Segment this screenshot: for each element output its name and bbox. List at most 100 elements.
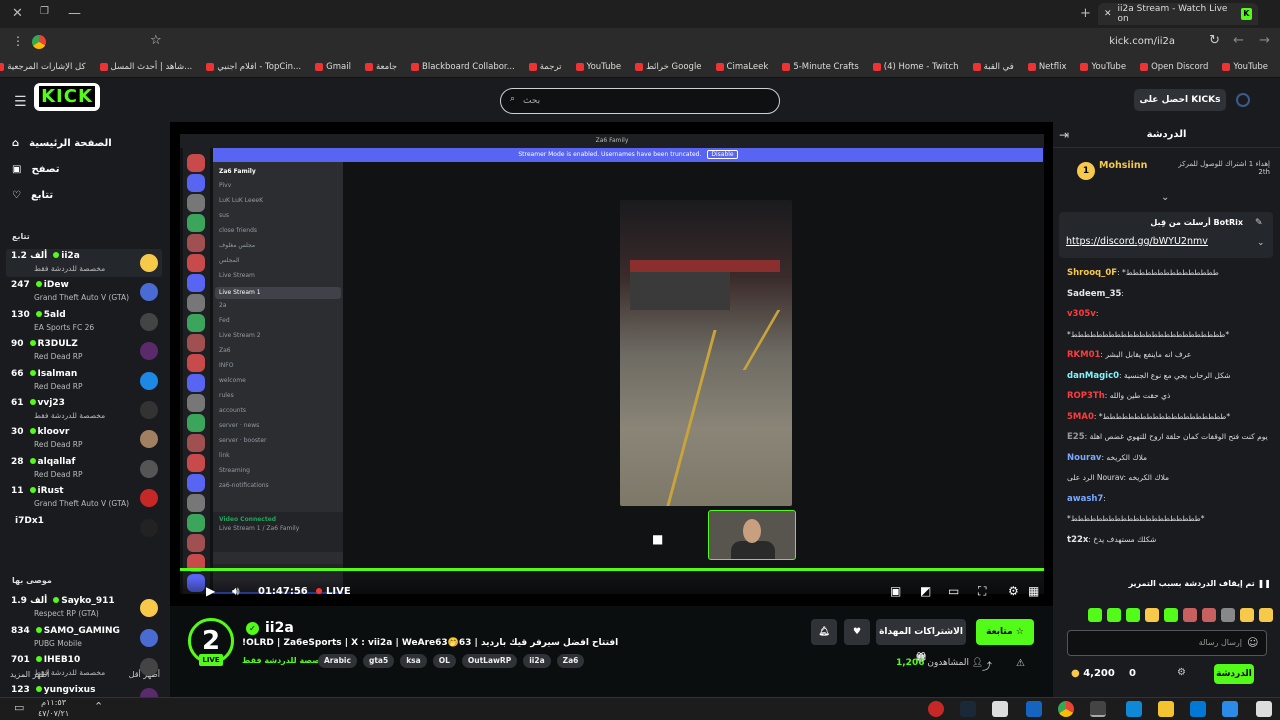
emote-icon[interactable] xyxy=(1221,608,1235,622)
active-app-icon[interactable] xyxy=(1090,701,1106,717)
sidebar-channel[interactable]: 701 IHEB10 مخصصة للدردشة فقط xyxy=(6,653,162,681)
emote-icon[interactable] xyxy=(1164,608,1178,622)
close-window-icon[interactable]: ✕ xyxy=(12,6,23,21)
bookmark-item[interactable]: YouTube xyxy=(1080,62,1126,72)
follow-button[interactable]: متابعة ☆ xyxy=(976,619,1034,645)
minimize-window-icon[interactable]: — xyxy=(68,6,81,21)
sidebar-channel[interactable]: 30 kloovr Red Dead RP xyxy=(6,425,162,453)
tray-chevron-icon[interactable]: ⌃ xyxy=(94,700,103,713)
tag-chip[interactable]: OutLawRP xyxy=(461,654,518,668)
nav-following[interactable]: ♡ تتابع xyxy=(12,186,53,204)
emote-icon[interactable] xyxy=(1126,608,1140,622)
tag-chip[interactable]: Arabic xyxy=(318,654,357,668)
bookmark-item[interactable]: Gmail xyxy=(315,62,351,72)
bookmark-star-icon[interactable]: ☆ xyxy=(150,33,162,48)
follow-heart-button[interactable]: ♥ xyxy=(844,619,870,645)
captions-icon[interactable]: ▦ xyxy=(1028,584,1039,598)
settings-gear-icon[interactable]: ⚙ xyxy=(1008,584,1019,598)
bookmark-item[interactable]: YouTube xyxy=(575,62,621,72)
emote-icon[interactable] xyxy=(1183,608,1197,622)
menu-icon[interactable]: ⋮ xyxy=(12,34,24,48)
emote-icon[interactable] xyxy=(1240,608,1254,622)
bookmark-item[interactable]: شاهد | أحدث المسل... xyxy=(99,62,192,72)
kick-logo[interactable]: KICK xyxy=(34,83,100,111)
bookmark-item[interactable]: افلام اجنبي - TopCin... xyxy=(206,62,301,72)
sidebar-channel[interactable]: 834 SAMO_GAMING PUBG Mobile xyxy=(6,624,162,652)
bookmark-item[interactable]: (4) Home - Twitch xyxy=(872,62,959,72)
new-tab-icon[interactable]: + xyxy=(1080,6,1091,21)
chat-username[interactable]: ROP3Th xyxy=(1067,391,1105,401)
back-icon[interactable]: → xyxy=(1259,33,1270,48)
chat-username[interactable]: 5MA0 xyxy=(1067,412,1094,422)
collapse-chat-icon[interactable]: ⇥ xyxy=(1059,128,1069,142)
bookmark-item[interactable]: في القبة xyxy=(972,62,1014,72)
profile-icon[interactable] xyxy=(32,35,46,49)
chat-username[interactable]: danMagic0 xyxy=(1067,371,1119,381)
edge-icon[interactable] xyxy=(1222,701,1238,717)
chrome-icon[interactable] xyxy=(1058,701,1074,717)
chat-username[interactable]: Sadeem_35 xyxy=(1067,289,1121,299)
chat-username[interactable]: v305v xyxy=(1067,309,1096,319)
report-icon[interactable]: ⚠ xyxy=(1016,658,1025,669)
chat-input[interactable]: إرسال رسالة xyxy=(1067,630,1267,656)
chat-username[interactable]: t22x xyxy=(1067,535,1088,545)
chat-paused-banner[interactable]: تم إيقاف الدردشة بسبب التمرير ❚❚ xyxy=(1063,575,1271,593)
emote-icon[interactable] xyxy=(1088,608,1102,622)
sidebar-channel[interactable]: i7Dx1 xyxy=(6,514,162,542)
chat-username[interactable]: RKM01 xyxy=(1067,350,1100,360)
nav-browse[interactable]: ▣ تصفح xyxy=(12,160,59,178)
sidebar-channel[interactable]: 130 5ald EA Sports FC 26 xyxy=(6,308,162,336)
tag-chip[interactable]: OL xyxy=(432,654,456,668)
explorer-icon[interactable] xyxy=(1158,701,1174,717)
url-text[interactable]: kick.com/ii2a xyxy=(1109,36,1175,47)
notification-bell-button[interactable]: 🔔︎ xyxy=(811,619,837,645)
streamer-name[interactable]: ✓ ii2a xyxy=(246,620,294,636)
fullscreen-icon[interactable]: ⛶ xyxy=(978,584,986,599)
tag-chip[interactable]: ii2a xyxy=(523,654,551,668)
emoji-icon[interactable]: ☺ xyxy=(1247,636,1258,649)
edge-browser-icon[interactable] xyxy=(1126,701,1142,717)
bookmark-item[interactable]: 5-Minute Crafts xyxy=(782,62,859,72)
theater-mode-icon[interactable]: ▭ xyxy=(948,584,959,598)
emote-icon[interactable] xyxy=(1107,608,1121,622)
emote-icon[interactable] xyxy=(1202,608,1216,622)
get-kicks-button[interactable]: احصل على KICKs xyxy=(1134,89,1226,111)
share-icon[interactable]: ⤴ xyxy=(982,658,992,673)
expand-icon[interactable]: ⌄ xyxy=(1161,192,1169,203)
bookmark-item[interactable]: Netflix xyxy=(1027,62,1066,72)
bookmark-item[interactable]: CimaLeek xyxy=(715,62,768,72)
close-tab-icon[interactable]: ✕ xyxy=(1104,9,1112,19)
bookmark-item[interactable]: YouTube xyxy=(1222,62,1268,72)
sidebar-channel[interactable]: 247 iDew Grand Theft Auto V (GTA) xyxy=(6,278,162,306)
volume-icon[interactable]: 🔊︎ xyxy=(232,584,240,599)
tag-chip[interactable]: Za6 xyxy=(556,654,585,668)
gifted-subs-button[interactable]: الاشتراكات المهداة 🎁︎ xyxy=(876,619,966,663)
tag-chip[interactable]: gta5 xyxy=(362,654,395,668)
emote-icon[interactable] xyxy=(1145,608,1159,622)
active-tab[interactable]: ✕ ii2a Stream - Watch Live on K xyxy=(1098,3,1258,25)
bookmark-item[interactable]: Open Discord xyxy=(1140,62,1208,72)
send-chat-button[interactable]: الدردشة xyxy=(1214,664,1254,684)
sidebar-channel[interactable]: 28 alqallaf Red Dead RP xyxy=(6,455,162,483)
tag-chip[interactable]: ksa xyxy=(400,654,427,668)
sidebar-channel[interactable]: 66 Isalman Red Dead RP xyxy=(6,367,162,395)
nav-home[interactable]: ⌂ الصفحة الرئيسية xyxy=(12,134,112,152)
play-icon[interactable]: ▶ xyxy=(206,584,215,598)
notifications-icon[interactable]: ▭ xyxy=(14,701,24,714)
hamburger-menu-icon[interactable]: ☰ xyxy=(14,94,27,110)
app-icon[interactable] xyxy=(928,701,944,717)
chat-settings-gear-icon[interactable]: ⚙ xyxy=(1177,667,1186,678)
chat-username[interactable]: E25 xyxy=(1067,432,1085,442)
store-icon[interactable] xyxy=(1190,701,1206,717)
mail-icon[interactable] xyxy=(1026,701,1042,717)
sidebar-channel[interactable]: 90 R3DULZ Red Dead RP xyxy=(6,337,162,365)
bookmark-item[interactable]: Blackboard Collabor... xyxy=(411,62,515,72)
bookmark-item[interactable]: كل الإشارات المرجعية xyxy=(0,62,86,72)
clip-icon[interactable]: ▣ xyxy=(890,584,901,598)
chat-username[interactable]: awash7 xyxy=(1067,494,1103,504)
gifter-name[interactable]: Mohsiinn xyxy=(1099,160,1147,171)
emote-icon[interactable] xyxy=(1259,608,1273,622)
bookmark-item[interactable]: ترجمة xyxy=(528,62,562,72)
kicks-balance[interactable]: ● 4,200 xyxy=(1071,668,1115,679)
video-progress-bar[interactable] xyxy=(180,568,1044,571)
